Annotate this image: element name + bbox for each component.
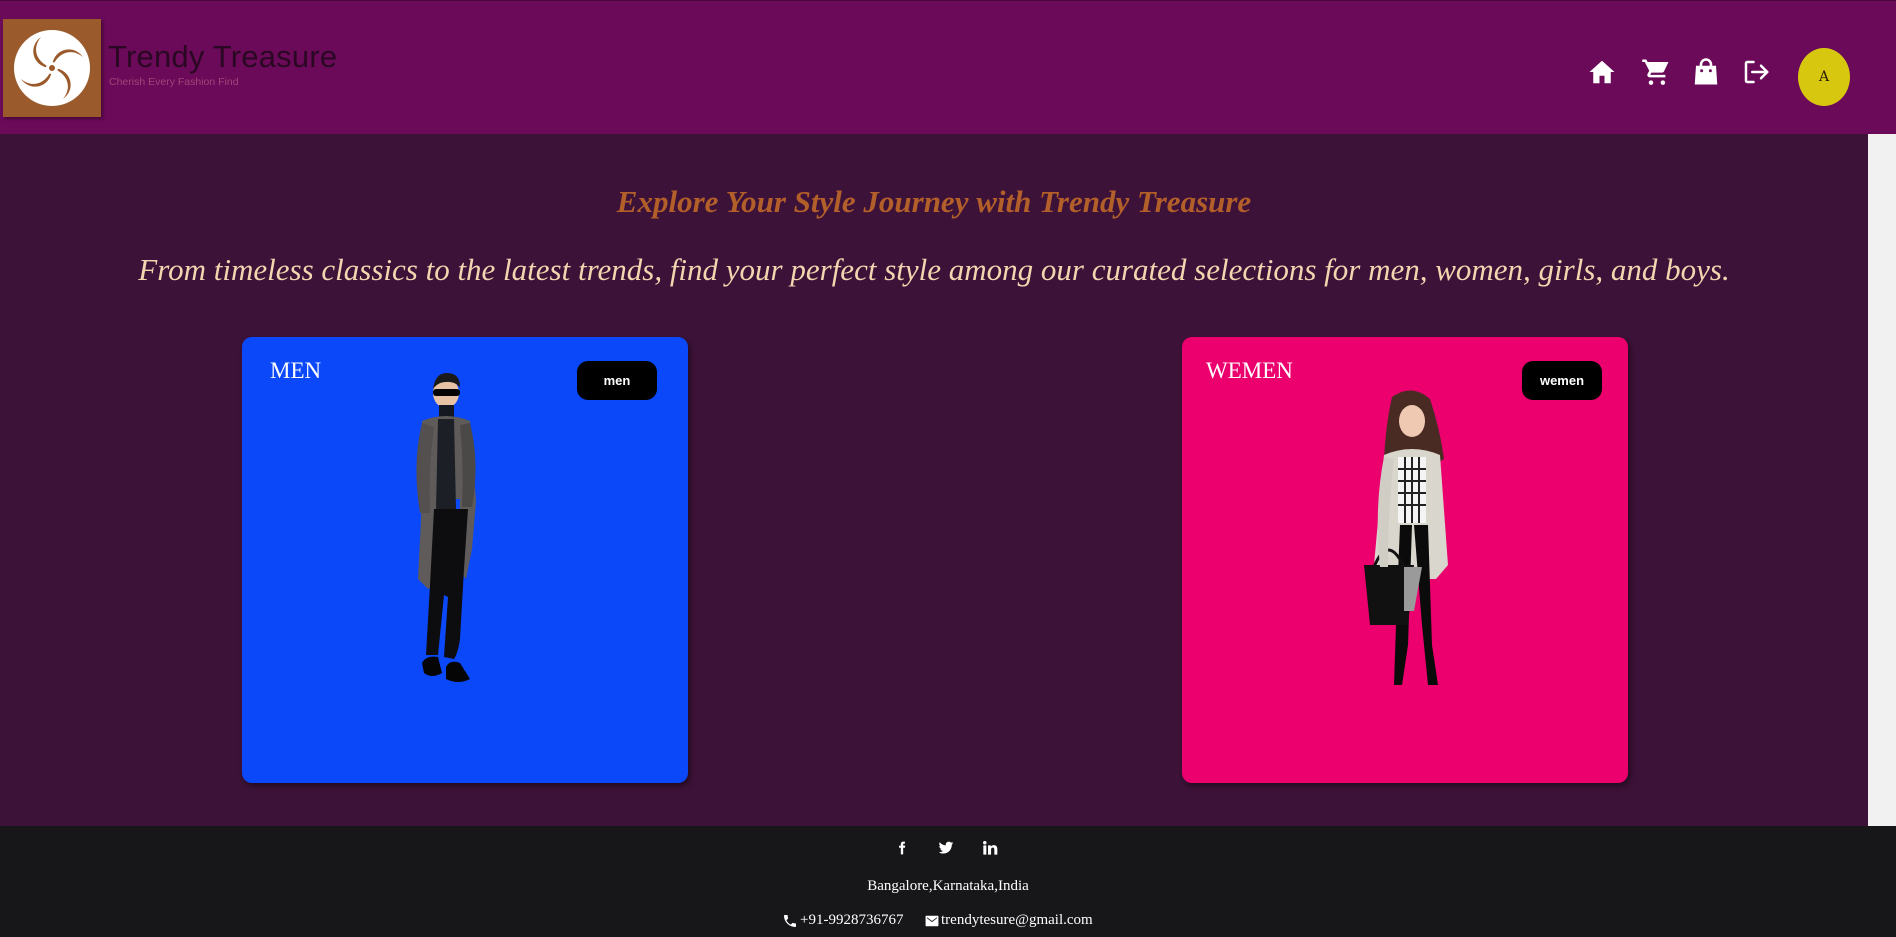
card-title-women: WEMEN [1206,358,1293,383]
home-icon[interactable] [1584,54,1620,90]
man-figure-image [416,373,476,682]
vertical-scrollbar[interactable] [1868,134,1896,826]
footer-phone[interactable]: +91-9928736767 [782,912,903,929]
page-subheading: From timeless classics to the latest tre… [138,252,1730,287]
category-card-women[interactable]: WEMEN wemen [1182,337,1628,783]
phone-number: +91-9928736767 [800,912,904,928]
woman-figure-image [1364,390,1448,685]
user-avatar[interactable]: A [1798,48,1850,106]
women-button[interactable]: wemen [1522,361,1602,400]
category-card-men[interactable]: MEN men [242,337,688,783]
brand-logo[interactable] [3,19,101,117]
mail-icon [925,915,939,926]
facebook-icon[interactable] [890,836,914,860]
page-heading: Explore Your Style Journey with Trendy T… [616,184,1252,219]
swirl-logo-icon [14,30,90,106]
men-button[interactable]: men [577,361,657,400]
main-content: Explore Your Style Journey with Trendy T… [0,134,1868,826]
phone-icon [784,914,796,927]
brand-tagline: Cherish Every Fashion Find [109,76,239,88]
twitter-icon[interactable] [934,836,958,860]
site-header: Trendy Treasure Cherish Every Fashion Fi… [0,0,1896,134]
card-title-men: MEN [270,358,322,383]
brand: Trendy Treasure Cherish Every Fashion Fi… [108,39,337,88]
brand-name: Trendy Treasure [108,39,338,74]
linkedin-icon[interactable] [978,836,1002,860]
email-address: trendytesure@gmail.com [941,912,1093,928]
shopping-bag-icon[interactable] [1688,54,1724,90]
cart-icon[interactable] [1638,54,1674,90]
footer-email[interactable]: trendytesure@gmail.com [925,912,1093,929]
logout-icon[interactable] [1738,54,1774,90]
footer-address: Bangalore,Karnataka,India [867,878,1029,894]
site-footer: Bangalore,Karnataka,India +91-9928736767… [0,826,1896,937]
